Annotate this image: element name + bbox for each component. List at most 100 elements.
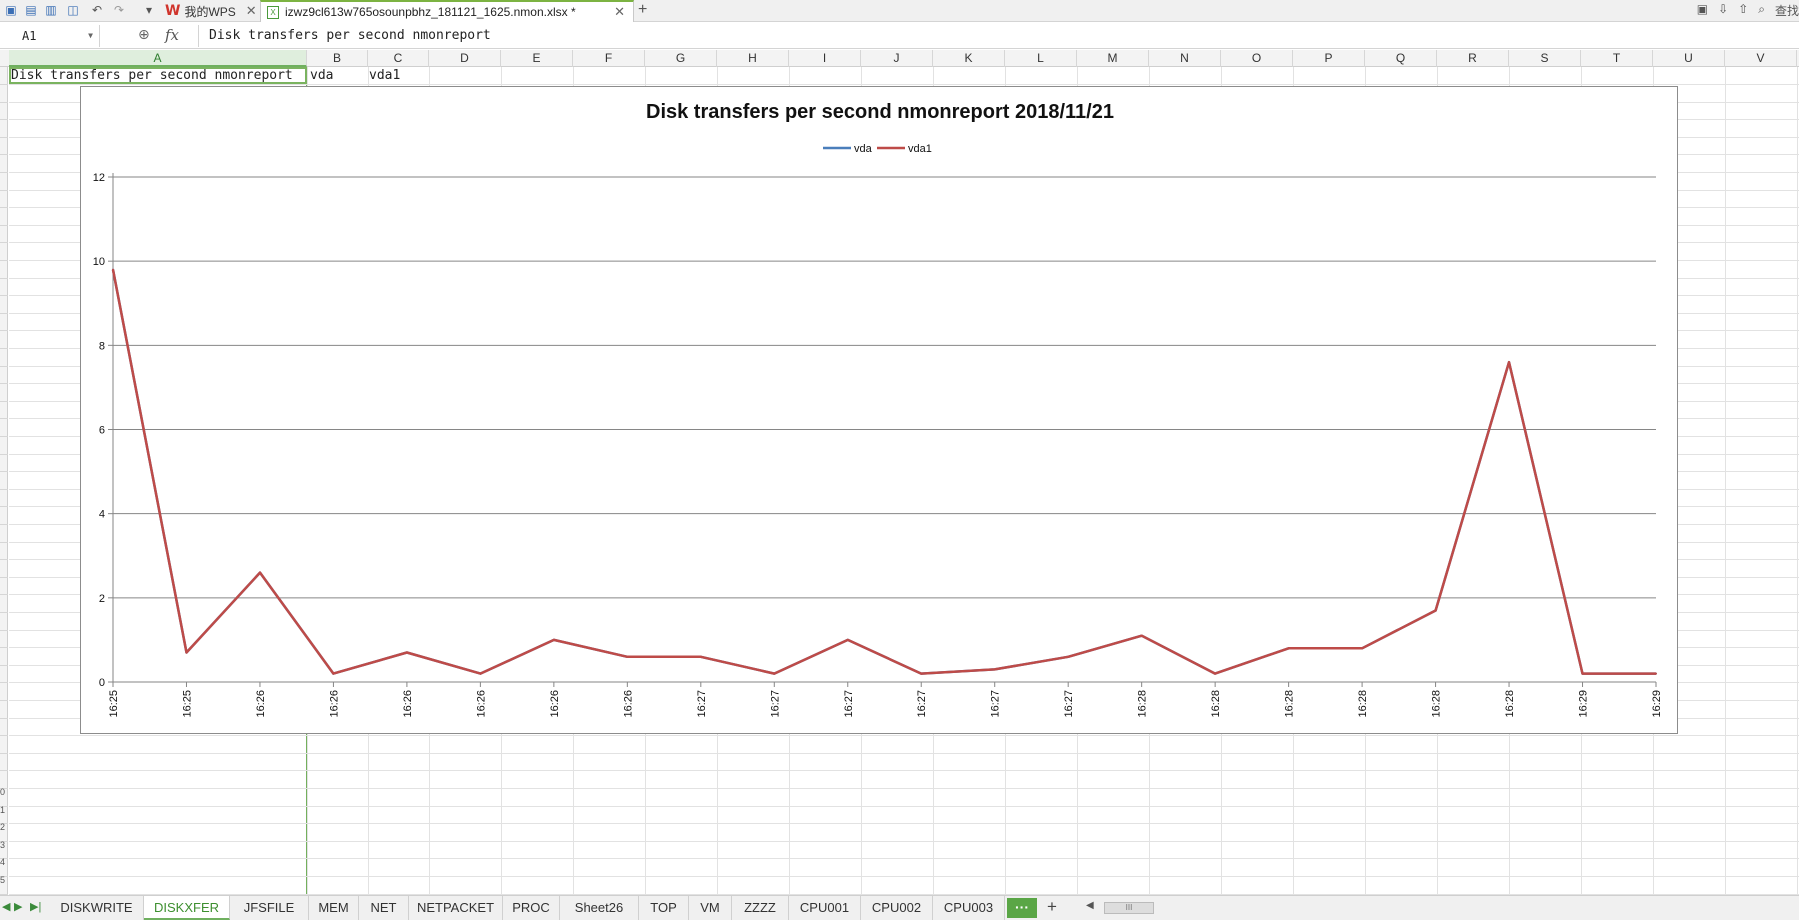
y-tick-label: 2 (99, 593, 105, 605)
sheet-tab-cpu001[interactable]: CPU001 (789, 896, 861, 920)
x-tick-label: 16:28 (1137, 690, 1149, 718)
save-icon[interactable]: ▣ (4, 3, 18, 17)
sheet-tab-jfsfile[interactable]: JFSFILE (230, 896, 309, 920)
column-header-s[interactable]: S (1509, 50, 1581, 67)
column-header-h[interactable]: H (717, 50, 789, 67)
grid-row-line (9, 752, 1799, 754)
print-icon[interactable]: ▥ (44, 3, 58, 17)
column-header-c[interactable]: C (368, 50, 429, 67)
series-line-vda (111, 269, 1656, 675)
sheet-tab-sheet26[interactable]: Sheet26 (560, 896, 639, 920)
first-sheet-icon[interactable]: ◀ (2, 900, 10, 913)
find-label[interactable]: 查找 (1775, 2, 1799, 19)
collapse-icon[interactable]: ⇧ (1738, 2, 1748, 19)
row-header-line (0, 664, 8, 666)
sheet-tab-cpu003[interactable]: CPU003 (933, 896, 1005, 920)
column-header-a[interactable]: A (9, 50, 307, 67)
name-box[interactable]: A1 ▼ (0, 25, 100, 47)
close-icon[interactable]: ✕ (614, 4, 625, 20)
share-icon[interactable]: ⇩ (1718, 2, 1728, 19)
sheet-tab-vm[interactable]: VM (689, 896, 732, 920)
data-point-vda1 (773, 672, 776, 675)
chart-canvas: Disk transfers per second nmonreport 201… (93, 101, 1663, 718)
zoom-icon[interactable]: ⊕ (138, 26, 150, 43)
data-point-vda1 (258, 571, 261, 574)
search-icon[interactable]: ⌕ (1758, 2, 1765, 19)
column-header-b[interactable]: B (307, 50, 368, 67)
grid-row-line (9, 770, 1799, 772)
x-tick-label: 16:27 (1063, 690, 1075, 718)
sheet-tab-netpacket[interactable]: NETPACKET (409, 896, 503, 920)
print-preview-icon[interactable]: ◫ (66, 3, 80, 17)
y-tick-label: 4 (99, 509, 105, 521)
formula-input[interactable]: Disk transfers per second nmonreport (198, 25, 1799, 47)
chart-title: Disk transfers per second nmonreport 201… (646, 101, 1114, 123)
column-header-t[interactable]: T (1581, 50, 1653, 67)
chevron-down-icon[interactable]: ▼ (88, 25, 93, 47)
next-sheet-icon[interactable]: ▶ (14, 900, 22, 913)
tab-workbook[interactable]: X izwz9cl613w765osounpbhz_181121_1625.nm… (260, 0, 634, 22)
column-header-v[interactable]: V (1725, 50, 1797, 67)
column-header-q[interactable]: Q (1365, 50, 1437, 67)
horizontal-scrollbar[interactable]: ◀ III (1086, 900, 1799, 916)
row-header-line (0, 541, 8, 543)
undo-icon[interactable]: ↶ (90, 3, 104, 17)
row-number[interactable]: 0 (0, 787, 5, 797)
sheet-tab-top[interactable]: TOP (639, 896, 689, 920)
row-header-line (0, 524, 8, 525)
data-point-vda1 (699, 655, 702, 658)
sheet-tab-proc[interactable]: PROC (503, 896, 560, 920)
new-tab-icon[interactable]: + (638, 1, 647, 19)
scroll-thumb[interactable]: III (1104, 902, 1154, 914)
column-header-k[interactable]: K (933, 50, 1005, 67)
sheet-tab-net[interactable]: NET (359, 896, 409, 920)
column-header-r[interactable]: R (1437, 50, 1509, 67)
column-header-n[interactable]: N (1149, 50, 1221, 67)
row-number[interactable]: 3 (0, 840, 5, 850)
pdf-icon[interactable]: ▤ (24, 3, 38, 17)
scroll-left-icon[interactable]: ◀ (1086, 900, 1094, 911)
cell-c1[interactable]: vda1 (369, 68, 400, 83)
column-header-l[interactable]: L (1005, 50, 1077, 67)
tab-my-wps[interactable]: W 我的WPS ✕ (165, 0, 257, 22)
sheet-tab-zzzz[interactable]: ZZZZ (732, 896, 789, 920)
column-header-e[interactable]: E (501, 50, 573, 67)
y-tick-label: 0 (99, 677, 105, 689)
grid-row-line (9, 788, 1799, 789)
x-tick-label: 16:26 (255, 690, 267, 718)
legend-label-vda1: vda1 (908, 143, 932, 155)
redo-icon[interactable]: ↷ (112, 3, 126, 17)
function-icon[interactable]: fx (165, 26, 179, 44)
column-header-o[interactable]: O (1221, 50, 1293, 67)
column-header-i[interactable]: I (789, 50, 861, 67)
monitor-icon[interactable]: ▣ (1697, 2, 1708, 19)
row-header-line (0, 348, 8, 349)
row-number[interactable]: 5 (0, 875, 5, 885)
row-number[interactable]: 2 (0, 822, 5, 832)
chevron-down-icon[interactable]: ▾ (142, 3, 156, 17)
close-icon[interactable]: ✕ (246, 3, 257, 19)
row-header-line (0, 594, 8, 596)
sheet-tab-cpu002[interactable]: CPU002 (861, 896, 933, 920)
column-header-g[interactable]: G (645, 50, 717, 67)
sheet-tab-diskwrite[interactable]: DISKWRITE (50, 896, 144, 920)
column-header-f[interactable]: F (573, 50, 645, 67)
cell-b1[interactable]: vda (310, 68, 333, 83)
column-header-u[interactable]: U (1653, 50, 1725, 67)
x-tick-label: 16:25 (181, 690, 193, 718)
cell-a1[interactable]: Disk transfers per second nmonreport (11, 68, 293, 83)
column-header-j[interactable]: J (861, 50, 933, 67)
add-sheet-icon[interactable]: + (1047, 897, 1057, 917)
sheet-tab-mem[interactable]: MEM (309, 896, 359, 920)
x-tick-label: 16:28 (1284, 690, 1296, 718)
sheet-tab-diskxfer[interactable]: DISKXFER (144, 896, 230, 920)
column-header-d[interactable]: D (429, 50, 501, 67)
last-sheet-icon[interactable]: ▶| (30, 900, 41, 913)
row-number[interactable]: 1 (0, 805, 5, 815)
column-header-p[interactable]: P (1293, 50, 1365, 67)
more-sheets-button[interactable]: ··· (1007, 898, 1037, 918)
line-chart[interactable]: Disk transfers per second nmonreport 201… (80, 86, 1678, 734)
grid-row-line (9, 823, 1799, 825)
column-header-m[interactable]: M (1077, 50, 1149, 67)
row-number[interactable]: 4 (0, 857, 5, 867)
